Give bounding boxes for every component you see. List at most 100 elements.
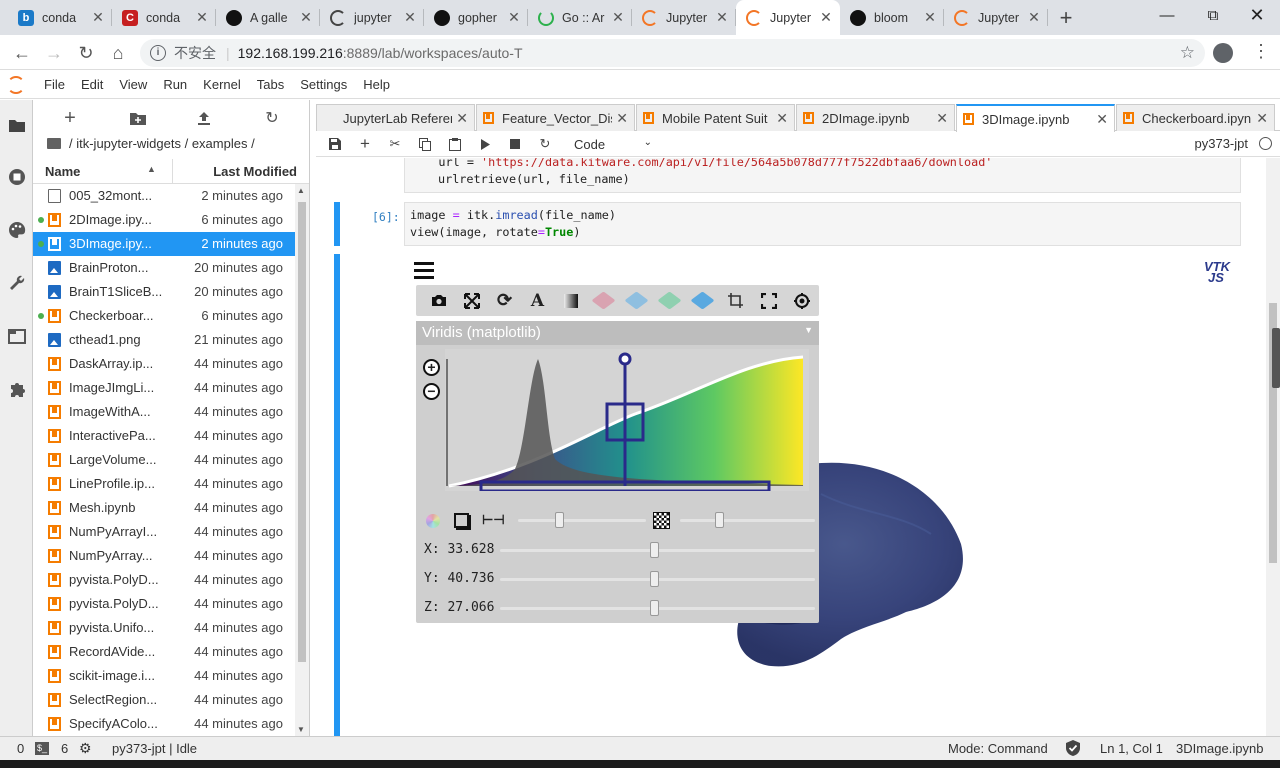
close-tab-icon[interactable]: ✕ [936,110,948,127]
file-row[interactable]: LargeVolume... 44 minutes ago [33,448,295,472]
file-row[interactable]: pyvista.PolyD... 44 minutes ago [33,592,295,616]
sample-distance-icon[interactable] [653,512,670,529]
browser-tab[interactable]: jupyter ✕ [320,0,424,35]
menu-view[interactable]: View [111,77,155,92]
colorwheel-icon[interactable] [426,514,440,528]
document-tab[interactable]: 2DImage.ipynb ✕ [796,104,955,131]
sample-distance-slider[interactable] [680,519,815,522]
file-row[interactable]: BrainT1SliceB... 20 minutes ago [33,280,295,304]
reset-camera-icon[interactable] [785,290,818,312]
file-row[interactable]: LineProfile.ip... 44 minutes ago [33,472,295,496]
wrench-icon[interactable] [6,272,28,294]
fullscreen-arrows-icon[interactable] [455,290,488,312]
browser-tab[interactable]: Jupyter ✕ [736,0,840,35]
file-row[interactable]: RecordAVide... 44 minutes ago [33,640,295,664]
file-row[interactable]: ImageJImgLi... 44 minutes ago [33,376,295,400]
file-row[interactable]: NumPyArray... 44 minutes ago [33,544,295,568]
file-row[interactable]: SpecifyAColo... 44 minutes ago [33,712,295,736]
scroll-down-arrow-icon[interactable]: ▼ [297,725,305,734]
running-sessions-icon[interactable] [6,166,28,188]
zoom-in-icon[interactable]: + [423,359,440,376]
close-tab-icon[interactable]: ✕ [610,9,626,26]
refresh-button[interactable]: ↻ [261,107,283,129]
close-tab-icon[interactable]: ✕ [90,9,106,26]
y-plane-cube-icon[interactable] [620,290,653,312]
bookmark-star-icon[interactable]: ☆ [1180,43,1195,63]
y-slice-handle[interactable] [650,571,660,587]
paste-icon[interactable] [440,132,470,156]
z-plane-cube-icon[interactable] [653,290,686,312]
browser-tab[interactable]: Go :: Ar ✕ [528,0,632,35]
file-row[interactable]: 3DImage.ipy... 2 minutes ago [33,232,295,256]
file-row[interactable]: pyvista.PolyD... 44 minutes ago [33,568,295,592]
active-cell-marker[interactable] [334,202,340,246]
restart-kernel-icon[interactable]: ↻ [530,132,560,156]
close-tab-icon[interactable]: ✕ [1096,111,1108,128]
file-row[interactable]: SelectRegion... 44 minutes ago [33,688,295,712]
output-collapser[interactable] [334,254,340,736]
document-tab[interactable]: Feature_Vector_Dis ✕ [476,104,635,131]
info-icon[interactable]: i [150,45,166,61]
breadcrumb[interactable]: / itk-jupyter-widgets / examples / [47,136,255,151]
palette-icon[interactable] [6,219,28,241]
z-slice-handle[interactable] [650,600,660,616]
breadcrumb-path[interactable]: / itk-jupyter-widgets / examples / [69,136,255,151]
reload-button[interactable]: ↻ [72,39,100,67]
notebook-scrollbar[interactable] [1266,158,1280,736]
gradient-range-icon[interactable]: ⊢⊣ [482,512,505,528]
scrollbar-thumb[interactable] [298,202,306,662]
close-tab-icon[interactable]: ✕ [1256,110,1268,127]
file-row[interactable]: cthead1.png 21 minutes ago [33,328,295,352]
save-icon[interactable] [320,132,350,156]
volume-cube-icon[interactable] [686,290,719,312]
file-list-scrollbar[interactable]: ▲ ▼ [295,184,309,736]
colormap-select[interactable]: Viridis (matplotlib) ▼ [416,321,819,345]
back-button[interactable]: ← [8,39,36,67]
new-folder-button[interactable] [127,107,149,129]
file-row[interactable]: scikit-image.i... 44 minutes ago [33,664,295,688]
kernel-gear-icon[interactable]: ⚙ [79,740,92,757]
file-row[interactable]: InteractivePa... 44 minutes ago [33,424,295,448]
close-tab-icon[interactable]: ✕ [714,9,730,26]
file-row[interactable]: NumPyArrayI... 44 minutes ago [33,520,295,544]
folder-icon[interactable] [6,114,28,136]
tabs-icon[interactable] [6,325,28,347]
file-row[interactable]: Checkerboar... 6 minutes ago [33,304,295,328]
document-tab[interactable]: Mobile Patent Suit ✕ [636,104,795,131]
document-tab[interactable]: Checkerboard.ipyn ✕ [1116,104,1275,131]
modified-column-header[interactable]: Last Modified [213,164,297,179]
menu-file[interactable]: File [36,77,73,92]
new-tab-button[interactable]: + [1048,0,1084,35]
cell-type-select[interactable]: Code ⌄ [574,137,652,152]
browser-tab[interactable]: gopher ✕ [424,0,528,35]
cut-icon[interactable]: ✂ [380,132,410,156]
home-button[interactable]: ⌂ [104,39,132,67]
file-row[interactable]: DaskArray.ip... 44 minutes ago [33,352,295,376]
menu-tabs[interactable]: Tabs [249,77,292,92]
rotate-icon[interactable]: ⟳ [488,290,521,312]
terminal-icon[interactable]: $_ [35,742,49,755]
minimize-button[interactable]: — [1144,0,1190,30]
menu-settings[interactable]: Settings [292,77,355,92]
menu-kernel[interactable]: Kernel [195,77,249,92]
forward-button[interactable]: → [40,39,68,67]
terminal-count[interactable]: 0 [17,741,24,756]
document-tab[interactable]: JupyterLab Referen ✕ [316,104,475,131]
copy-icon[interactable] [410,132,440,156]
file-row[interactable]: pyvista.Unifo... 44 minutes ago [33,616,295,640]
reset-crop-icon[interactable] [752,290,785,312]
zoom-out-icon[interactable]: − [423,383,440,400]
browser-tab[interactable]: Jupyter ✕ [632,0,736,35]
browser-menu-icon[interactable]: ⋮ [1252,41,1270,62]
file-row[interactable]: 005_32mont... 2 minutes ago [33,184,295,208]
file-row[interactable]: BrainProton... 20 minutes ago [33,256,295,280]
kernel-status[interactable]: py373-jpt | Idle [112,741,197,756]
browser-tab[interactable]: Cconda ✕ [112,0,216,35]
maximize-button[interactable]: ⧉ [1190,0,1236,30]
gradient-opacity-handle[interactable] [555,512,564,528]
browser-tab[interactable]: b conda ✕ [8,0,112,35]
name-column-header[interactable]: Name [45,164,80,179]
stop-icon[interactable] [500,132,530,156]
new-launcher-button[interactable]: + [59,107,81,129]
file-row[interactable]: ImageWithA... 44 minutes ago [33,400,295,424]
